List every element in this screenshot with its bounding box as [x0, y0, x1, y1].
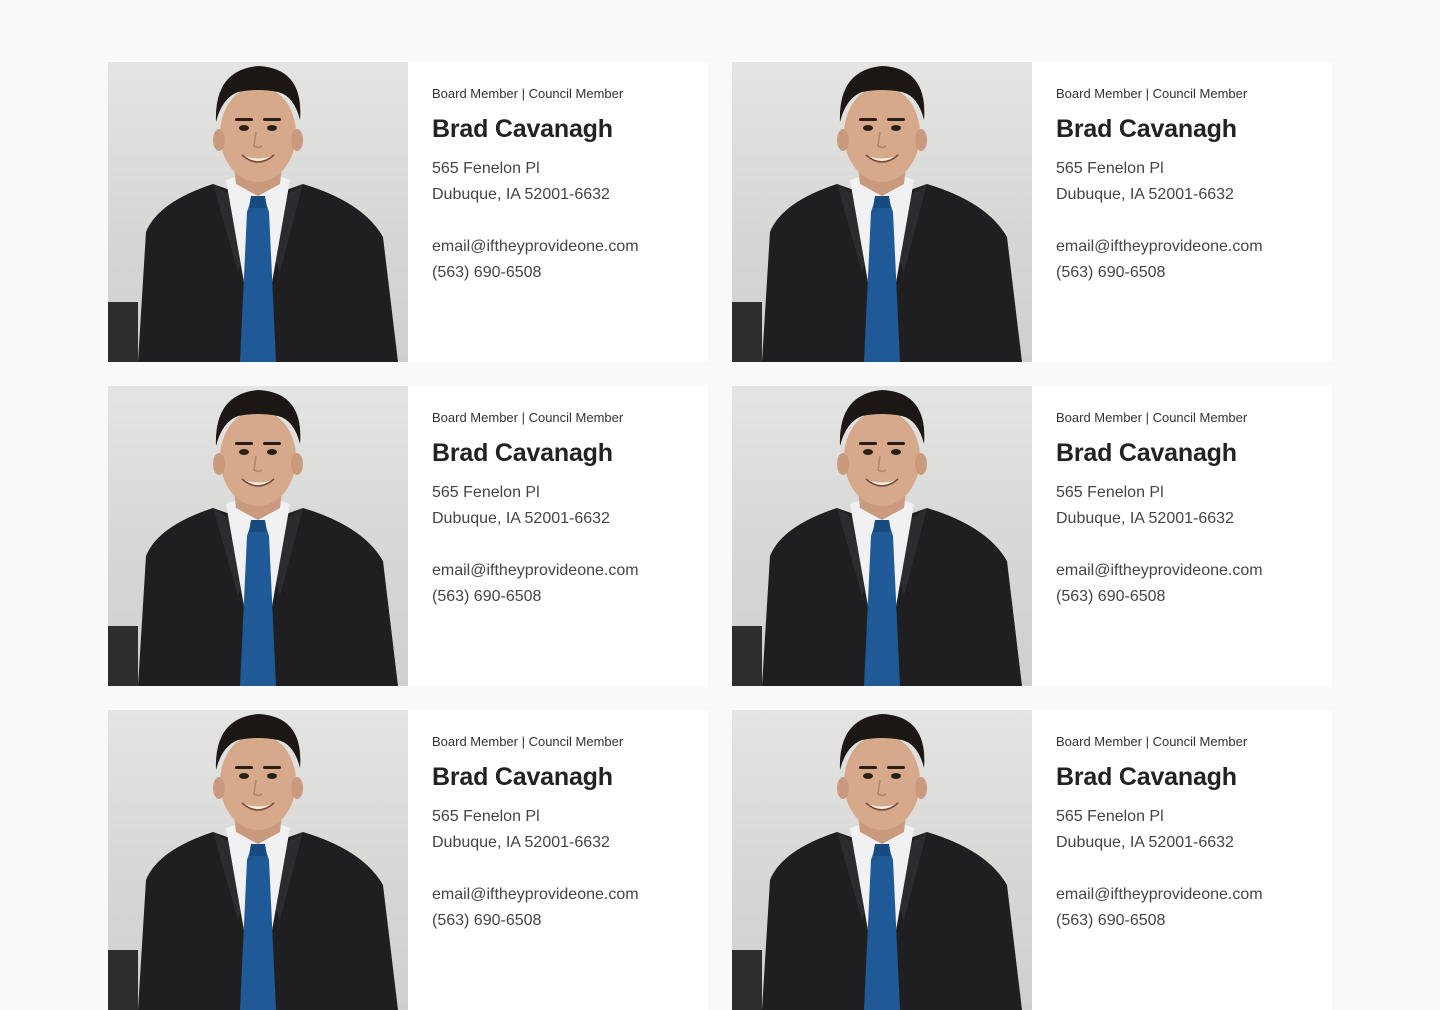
- member-card: Board Member | Council Member Brad Cavan…: [108, 62, 708, 362]
- address-line-1: 565 Fenelon Pl: [432, 808, 540, 825]
- member-role: Board Member | Council Member: [432, 86, 624, 101]
- address-line-2: Dubuque, IA 52001-6632: [1056, 834, 1234, 851]
- phone-link[interactable]: (563) 690-6508: [432, 912, 541, 929]
- member-name[interactable]: Brad Cavanagh: [1056, 437, 1263, 469]
- address-line-1: 565 Fenelon Pl: [432, 160, 540, 177]
- member-card: Board Member | Council Member Brad Cavan…: [108, 710, 708, 1010]
- email-link[interactable]: email@iftheyprovideone.com: [432, 562, 639, 579]
- phone-link[interactable]: (563) 690-6508: [1056, 588, 1165, 605]
- member-info: Board Member | Council Member Brad Cavan…: [1032, 710, 1287, 1010]
- member-card: Board Member | Council Member Brad Cavan…: [108, 386, 708, 686]
- member-card: Board Member | Council Member Brad Cavan…: [732, 62, 1332, 362]
- address-line-1: 565 Fenelon Pl: [1056, 160, 1164, 177]
- member-name[interactable]: Brad Cavanagh: [432, 761, 639, 793]
- email-link[interactable]: email@iftheyprovideone.com: [432, 886, 639, 903]
- member-name[interactable]: Brad Cavanagh: [1056, 761, 1263, 793]
- member-name[interactable]: Brad Cavanagh: [1056, 113, 1263, 145]
- email-link[interactable]: email@iftheyprovideone.com: [1056, 238, 1263, 255]
- member-directory-grid: Board Member | Council Member Brad Cavan…: [108, 62, 1332, 1010]
- email-link[interactable]: email@iftheyprovideone.com: [432, 238, 639, 255]
- member-info: Board Member | Council Member Brad Cavan…: [1032, 386, 1287, 686]
- email-line: email@iftheyprovideone.com: [432, 558, 639, 584]
- phone-line: (563) 690-6508: [432, 908, 639, 934]
- address-line-1: 565 Fenelon Pl: [432, 484, 540, 501]
- phone-line: (563) 690-6508: [432, 260, 639, 286]
- member-info: Board Member | Council Member Brad Cavan…: [408, 710, 663, 1010]
- member-photo[interactable]: [108, 386, 408, 686]
- phone-link[interactable]: (563) 690-6508: [1056, 912, 1165, 929]
- email-link[interactable]: email@iftheyprovideone.com: [1056, 886, 1263, 903]
- address-line-2: Dubuque, IA 52001-6632: [432, 186, 610, 203]
- phone-link[interactable]: (563) 690-6508: [1056, 264, 1165, 281]
- email-link[interactable]: email@iftheyprovideone.com: [1056, 562, 1263, 579]
- address-line-2: Dubuque, IA 52001-6632: [432, 834, 610, 851]
- member-card: Board Member | Council Member Brad Cavan…: [732, 710, 1332, 1010]
- member-photo[interactable]: [732, 386, 1032, 686]
- member-name[interactable]: Brad Cavanagh: [432, 113, 639, 145]
- member-name[interactable]: Brad Cavanagh: [432, 437, 639, 469]
- phone-line: (563) 690-6508: [432, 584, 639, 610]
- phone-line: (563) 690-6508: [1056, 908, 1263, 934]
- address-line-1: 565 Fenelon Pl: [1056, 808, 1164, 825]
- phone-line: (563) 690-6508: [1056, 584, 1263, 610]
- member-role: Board Member | Council Member: [1056, 734, 1248, 749]
- address-line-2: Dubuque, IA 52001-6632: [432, 510, 610, 527]
- member-info: Board Member | Council Member Brad Cavan…: [1032, 62, 1287, 362]
- phone-link[interactable]: (563) 690-6508: [432, 264, 541, 281]
- member-role: Board Member | Council Member: [1056, 86, 1248, 101]
- email-line: email@iftheyprovideone.com: [432, 882, 639, 908]
- email-line: email@iftheyprovideone.com: [1056, 558, 1263, 584]
- address-line-1: 565 Fenelon Pl: [1056, 484, 1164, 501]
- address-line-2: Dubuque, IA 52001-6632: [1056, 186, 1234, 203]
- email-line: email@iftheyprovideone.com: [1056, 882, 1263, 908]
- phone-link[interactable]: (563) 690-6508: [432, 588, 541, 605]
- member-role: Board Member | Council Member: [1056, 410, 1248, 425]
- address-line-2: Dubuque, IA 52001-6632: [1056, 510, 1234, 527]
- member-role: Board Member | Council Member: [432, 410, 624, 425]
- member-info: Board Member | Council Member Brad Cavan…: [408, 62, 663, 362]
- member-photo[interactable]: [732, 710, 1032, 1010]
- member-info: Board Member | Council Member Brad Cavan…: [408, 386, 663, 686]
- member-photo[interactable]: [108, 710, 408, 1010]
- member-role: Board Member | Council Member: [432, 734, 624, 749]
- phone-line: (563) 690-6508: [1056, 260, 1263, 286]
- email-line: email@iftheyprovideone.com: [1056, 234, 1263, 260]
- email-line: email@iftheyprovideone.com: [432, 234, 639, 260]
- member-card: Board Member | Council Member Brad Cavan…: [732, 386, 1332, 686]
- member-photo[interactable]: [108, 62, 408, 362]
- member-photo[interactable]: [732, 62, 1032, 362]
